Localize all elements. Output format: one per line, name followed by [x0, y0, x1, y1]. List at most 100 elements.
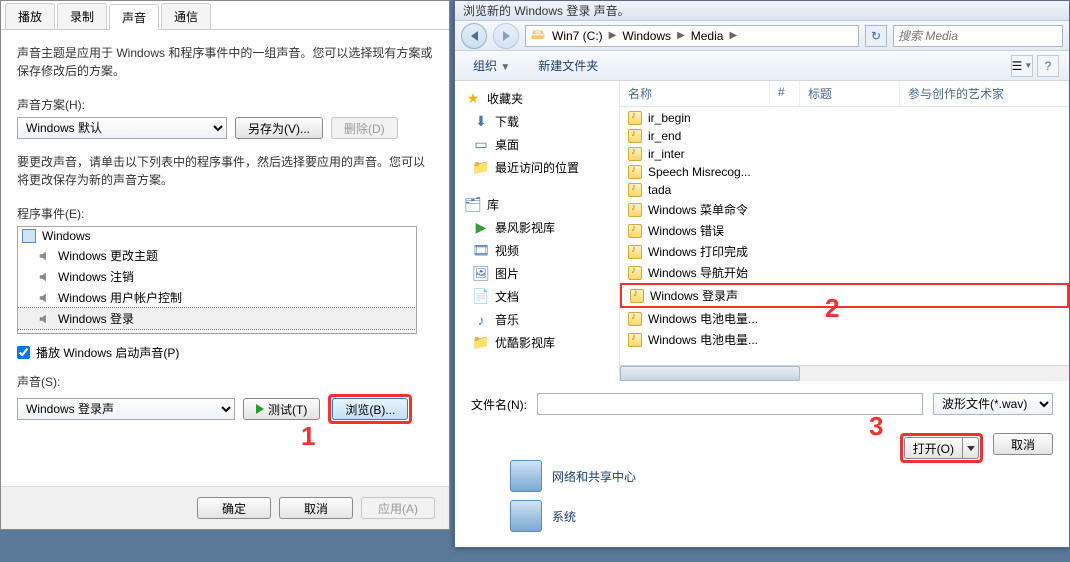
breadcrumb-seg[interactable]: Win7 (C:) [548, 29, 607, 43]
bg-network-center[interactable]: 网络和共享中心 [510, 460, 636, 492]
scheme-description: 声音主题是应用于 Windows 和程序事件中的一组声音。您可以选择现有方案或保… [17, 44, 433, 80]
tree-item[interactable]: ▭桌面 [459, 133, 615, 156]
tree-item[interactable]: 🎞视频 [459, 239, 615, 262]
tree-libraries[interactable]: 🗂库 [459, 193, 615, 216]
col-artist[interactable]: 参与创作的艺术家 [900, 81, 1069, 106]
test-button[interactable]: 测试(T) [243, 398, 320, 420]
list-row[interactable]: Windows 打印完成 [620, 241, 1069, 262]
annotation-number-1: 1 [301, 421, 315, 452]
list-row-selected[interactable]: Windows 登录声 [620, 283, 1069, 308]
events-label: 程序事件(E): [17, 205, 433, 222]
play-startup-checkbox[interactable] [17, 346, 30, 359]
tab-recording[interactable]: 录制 [57, 3, 107, 29]
nav-tree[interactable]: ★收藏夹 ⬇下载 ▭桌面 📁最近访问的位置 🗂库 ▶暴风影视库 🎞视频 🖼图片 … [455, 81, 620, 381]
annotation-number-2: 2 [825, 293, 839, 324]
event-item-selected[interactable]: Windows 登录 [18, 308, 416, 329]
help-icon: ? [1045, 59, 1052, 73]
audio-file-icon [628, 266, 642, 280]
video-icon: 📁 [473, 335, 489, 351]
annotation-box-3: 打开(O) [900, 433, 983, 463]
help-button[interactable]: ? [1037, 55, 1059, 77]
file-list[interactable]: 名称 # 标题 参与创作的艺术家 ir_beginir_endir_interS… [620, 81, 1069, 381]
tree-item[interactable]: 📁最近访问的位置 [459, 156, 615, 179]
event-item[interactable]: Windows 用户帐户控制 [18, 287, 416, 308]
events-root[interactable]: Windows [18, 227, 416, 245]
open-dropdown-arrow[interactable] [963, 437, 979, 459]
list-row[interactable]: Windows 电池电量... [620, 329, 1069, 350]
picture-icon: 🖼 [473, 266, 489, 282]
breadcrumb-seg[interactable]: Media [687, 29, 728, 43]
tree-item[interactable]: ♪音乐 [459, 308, 615, 331]
tree-item[interactable]: 📄文档 [459, 285, 615, 308]
view-button[interactable]: ☰▼ [1011, 55, 1033, 77]
breadcrumb[interactable]: 🖴 Win7 (C:) ▶ Windows ▶ Media ▶ [525, 25, 859, 47]
scheme-combo[interactable]: Windows 默认 [17, 117, 227, 139]
list-row[interactable]: tada [620, 181, 1069, 199]
tree-item[interactable]: 📁优酷影视库 [459, 331, 615, 354]
sounds-combo[interactable]: Windows 登录声 [17, 398, 235, 420]
tab-sounds[interactable]: 声音 [109, 4, 159, 30]
program-events-list[interactable]: Windows Windows 更改主题 Windows 注销 Windows … [17, 226, 417, 334]
list-row[interactable]: ir_inter [620, 145, 1069, 163]
event-item[interactable]: 关键性停止 [18, 329, 416, 334]
list-header: 名称 # 标题 参与创作的艺术家 [620, 81, 1069, 107]
search-input[interactable] [893, 25, 1063, 47]
tab-communications[interactable]: 通信 [161, 3, 211, 29]
breadcrumb-seg[interactable]: Windows [618, 29, 675, 43]
filename-input[interactable] [537, 393, 923, 415]
event-item[interactable]: Windows 更改主题 [18, 245, 416, 266]
cancel-button[interactable]: 取消 [279, 497, 353, 519]
list-row[interactable]: Windows 导航开始 [620, 262, 1069, 283]
windows-icon [22, 229, 36, 243]
sound-properties-dialog: 播放 录制 声音 通信 声音主题是应用于 Windows 和程序事件中的一组声音… [0, 0, 450, 530]
list-row[interactable]: ir_begin [620, 109, 1069, 127]
network-icon [510, 460, 542, 492]
filter-combo[interactable]: 波形文件(*.wav) [933, 393, 1053, 415]
list-row[interactable]: Windows 电池电量... [620, 308, 1069, 329]
browse-button[interactable]: 浏览(B)... [332, 398, 408, 420]
tree-item[interactable]: ▶暴风影视库 [459, 216, 615, 239]
list-icon: ☰ [1012, 59, 1023, 73]
list-row[interactable]: ir_end [620, 127, 1069, 145]
list-row[interactable]: Windows 错误 [620, 220, 1069, 241]
back-button[interactable] [461, 23, 487, 49]
speaker-icon [38, 270, 52, 284]
tree-item[interactable]: 🖼图片 [459, 262, 615, 285]
forward-button[interactable] [493, 23, 519, 49]
organize-menu[interactable]: 组织 ▼ [465, 53, 518, 78]
audio-file-icon [628, 245, 642, 259]
horizontal-scrollbar[interactable] [620, 365, 1069, 381]
desktop-icon: ▭ [473, 137, 489, 153]
toolbar: 组织 ▼ 新建文件夹 ☰▼ ? [455, 51, 1069, 81]
open-button[interactable]: 打开(O) [904, 437, 979, 459]
annotation-box-1: 浏览(B)... [328, 394, 412, 424]
recent-icon: 📁 [473, 160, 489, 176]
col-num[interactable]: # [770, 81, 800, 106]
tree-item[interactable]: ⬇下载 [459, 110, 615, 133]
arrow-left-icon [471, 31, 478, 41]
bg-system[interactable]: 系统 [510, 500, 576, 532]
speaker-icon [38, 312, 52, 326]
events-root-label: Windows [42, 229, 91, 243]
audio-file-icon [628, 147, 642, 161]
download-icon: ⬇ [473, 114, 489, 130]
tab-playback[interactable]: 播放 [5, 3, 55, 29]
scroll-thumb[interactable] [620, 366, 800, 381]
col-name[interactable]: 名称 [620, 81, 770, 106]
tree-favorites[interactable]: ★收藏夹 [459, 87, 615, 110]
event-item[interactable]: Windows 注销 [18, 266, 416, 287]
col-title[interactable]: 标题 [800, 81, 900, 106]
new-folder-button[interactable]: 新建文件夹 [530, 53, 606, 78]
annotation-number-3: 3 [869, 411, 883, 442]
chevron-right-icon: ▶ [677, 30, 685, 41]
refresh-button[interactable]: ↻ [865, 25, 887, 47]
save-as-button[interactable]: 另存为(V)... [235, 117, 323, 139]
list-row[interactable]: Windows 菜单命令 [620, 199, 1069, 220]
list-row[interactable]: Speech Misrecog... [620, 163, 1069, 181]
dialog-title: 浏览新的 Windows 登录 声音。 [463, 2, 630, 19]
ok-button[interactable]: 确定 [197, 497, 271, 519]
file-cancel-button[interactable]: 取消 [993, 433, 1053, 455]
audio-file-icon [628, 111, 642, 125]
video-icon: ▶ [473, 220, 489, 236]
speaker-icon [38, 249, 52, 263]
